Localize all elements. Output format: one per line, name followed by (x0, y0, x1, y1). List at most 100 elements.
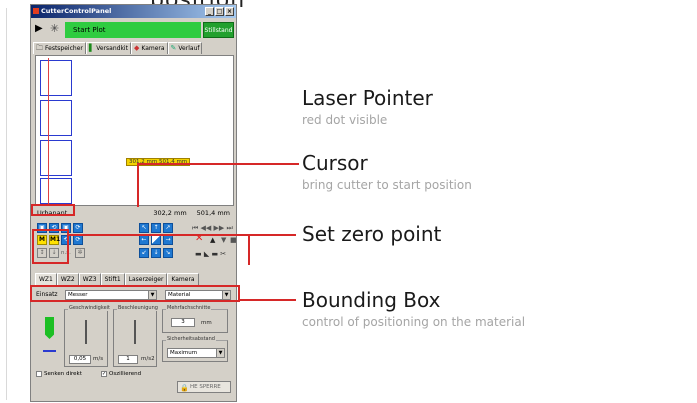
zero-point-callout-line (248, 234, 296, 236)
app-icon (33, 8, 39, 14)
plot-toolbar: ▶ ✳ Start Plot Stillstand (33, 21, 234, 39)
lock-button-label: HE SPERRE (190, 384, 221, 390)
oszillierend-checkbox[interactable]: ✓ Oszillierend (101, 371, 141, 377)
machine-status-badge: Stillstand (203, 22, 234, 38)
zero-point-callout-line (248, 234, 250, 265)
acceleration-group: Beschleunigung 1 m/s2 (113, 305, 159, 367)
material-panel (40, 178, 72, 204)
window-controls: _ □ × (205, 7, 234, 16)
bounding-box-subtitle: control of positioning on the material (302, 315, 526, 329)
arrow-up-right-button[interactable]: ↗ (163, 223, 173, 233)
tool-icon[interactable]: ▬ ◣ ▬ ✂ (195, 250, 226, 258)
background-divider-line (6, 8, 7, 400)
tab-wz1[interactable]: WZ1 (35, 273, 57, 285)
checkbox-box[interactable] (36, 371, 42, 377)
tab-label: Versandkit (96, 45, 128, 52)
lock-icon: 🔒 (180, 384, 189, 392)
tab-label: Kamera (141, 45, 165, 52)
acceleration-value[interactable]: 1 (118, 355, 138, 364)
zero-point-title: Set zero point (302, 222, 442, 246)
bounding-box-highlight (30, 285, 240, 302)
laser-pointer-subtitle: red dot visible (302, 113, 388, 127)
safety-distance-group-label: Sicherheitsabstand (166, 336, 216, 342)
arrow-left-button[interactable]: ← (139, 235, 149, 245)
plot-canvas[interactable]: 301,2 mm 501,4 mm (35, 55, 234, 206)
up-icon[interactable]: ▲ (210, 236, 215, 244)
tab-wz3[interactable]: WZ3 (78, 273, 101, 285)
multi-cut-unit: mm (201, 320, 212, 326)
acceleration-slider[interactable] (134, 320, 136, 344)
tab-versandkit[interactable]: ▌ Versandkit (85, 42, 131, 54)
cutter-control-window: CutterControlPanel _ □ × ▶ ✳ Start Plot … (30, 4, 237, 402)
multi-cut-value[interactable]: 3 (171, 318, 195, 327)
arrow-up-button[interactable]: ↑ (151, 223, 161, 233)
zero-point-highlight-box (32, 229, 69, 264)
tab-label: Festspeicher (45, 45, 83, 52)
title-bar[interactable]: CutterControlPanel _ □ × (31, 5, 236, 18)
safety-distance-select[interactable]: Maximum ▼ (167, 348, 225, 358)
chevron-down-icon: ▼ (216, 349, 224, 357)
checkbox-label: Oszillierend (109, 371, 142, 377)
x-coordinate: 302,2 mm (153, 209, 187, 217)
down-icon[interactable]: ▼ (221, 236, 226, 244)
play-icon[interactable]: ▶ (35, 23, 43, 34)
tool-tabs: WZ1 WZ2 WZ3 Stift1 Laserzeiger Kamera (35, 273, 234, 285)
checkbox-label: Senken direkt (44, 371, 82, 377)
zero-point-button[interactable]: ⟳ (73, 223, 83, 233)
speed-slider[interactable] (85, 320, 87, 344)
multi-cut-group-label: Mehrfachschnitte (166, 305, 212, 311)
coordinate-readout: 302,2 mm 501,4 mm (153, 209, 230, 217)
arrow-right-button[interactable]: → (163, 235, 173, 245)
window-title: CutterControlPanel (41, 7, 112, 15)
arrow-down-button[interactable]: ↓ (151, 248, 161, 258)
lock-button[interactable]: 🔒 HE SPERRE (177, 381, 231, 393)
cursor-subtitle: bring cutter to start position (302, 178, 472, 192)
folder-icon: 🗀 (36, 44, 43, 52)
tab-festspeicher[interactable]: 🗀 Festspeicher (33, 42, 86, 54)
safety-distance-value: Maximum (170, 350, 198, 356)
y-coordinate: 501,4 mm (196, 209, 230, 217)
acceleration-unit: m/s2 (141, 356, 155, 362)
sun-icon[interactable]: ✳ (50, 22, 59, 35)
settings-icon[interactable]: ✲ (75, 248, 85, 258)
material-panel (40, 140, 72, 176)
tab-kamera[interactable]: ◆ Kamera (130, 42, 168, 54)
pencil-icon: ✎ (170, 44, 177, 52)
tab-wz2[interactable]: WZ2 (56, 273, 79, 285)
close-button[interactable]: × (225, 7, 234, 16)
senken-checkbox[interactable]: Senken direkt (36, 371, 82, 377)
pin-icon: ▌ (88, 44, 95, 52)
zero-point-button[interactable]: ⟳ (73, 235, 83, 245)
bounding-box-callout-line (240, 299, 296, 301)
tool-indicator-icon (45, 317, 54, 339)
tool-baseline (43, 350, 56, 352)
arrow-down-right-button[interactable]: ↘ (163, 248, 173, 258)
arrow-down-left-button[interactable]: ↙ (139, 248, 149, 258)
cut-line (48, 58, 49, 205)
laser-pointer-title: Laser Pointer (302, 86, 433, 110)
minimize-button[interactable]: _ (205, 7, 214, 16)
speed-group: Geschwindigkeit 0,05 m/s (64, 305, 112, 367)
home-button[interactable] (151, 235, 161, 245)
tab-label: Verlauf (178, 45, 200, 52)
tab-kamera-tool[interactable]: Kamera (167, 273, 199, 285)
cursor-title: Cursor (302, 151, 368, 175)
speed-value[interactable]: 0,05 (69, 355, 91, 364)
cursor-callout-line (137, 163, 299, 165)
stop-icon[interactable]: ■ (230, 236, 236, 244)
maximize-button[interactable]: □ (215, 7, 224, 16)
cursor-callout-line (137, 163, 139, 207)
checkbox-box[interactable]: ✓ (101, 371, 107, 377)
tab-verlauf[interactable]: ✎ Verlauf (167, 42, 203, 54)
arrow-up-left-button[interactable]: ↖ (139, 223, 149, 233)
multi-cut-group: Mehrfachschnitte 3 mm (162, 305, 228, 333)
media-skip-buttons[interactable]: ⏮ ◀◀ ▶▶ ⏭ (192, 224, 233, 233)
speed-group-label: Geschwindigkeit (68, 305, 112, 311)
material-panel (40, 60, 72, 96)
speed-unit: m/s (93, 356, 104, 362)
tab-stift1[interactable]: Stift1 (100, 273, 125, 285)
start-plot-button[interactable]: Start Plot (65, 22, 201, 38)
material-panel (40, 100, 72, 136)
safety-distance-group: Sicherheitsabstand Maximum ▼ (162, 336, 228, 362)
tab-laserzeiger[interactable]: Laserzeiger (124, 273, 168, 285)
